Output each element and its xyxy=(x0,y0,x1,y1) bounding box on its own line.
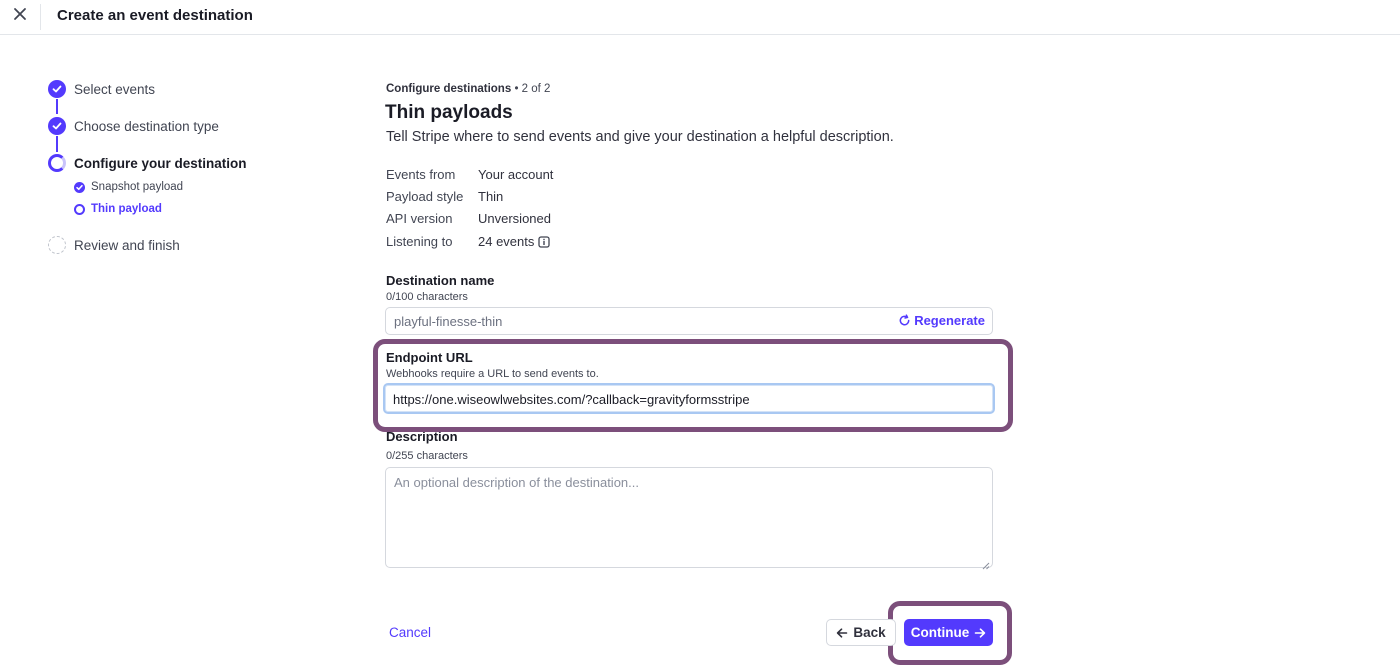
step-configure-destination: Configure your destination xyxy=(74,156,247,171)
info-key: Listening to xyxy=(386,234,453,249)
substep-current-icon xyxy=(74,204,85,215)
step-pending-icon xyxy=(48,236,66,254)
step-complete-icon xyxy=(48,80,66,98)
destination-name-char-count: 0/100 characters xyxy=(386,291,468,303)
regenerate-button[interactable]: Regenerate xyxy=(898,313,985,328)
substep-complete-icon xyxy=(74,182,85,193)
refresh-icon xyxy=(898,314,911,327)
resize-handle-icon[interactable] xyxy=(982,557,990,570)
endpoint-url-value: https://one.wiseowlwebsites.com/?callbac… xyxy=(393,392,750,407)
info-key: API version xyxy=(386,211,453,226)
step-select-events[interactable]: Select events xyxy=(74,82,155,97)
info-key: Events from xyxy=(386,167,456,182)
back-label: Back xyxy=(853,625,886,640)
continue-button[interactable]: Continue xyxy=(904,619,993,646)
info-value: 24 events xyxy=(478,234,551,249)
continue-label: Continue xyxy=(910,625,970,640)
endpoint-url-input[interactable]: https://one.wiseowlwebsites.com/?callbac… xyxy=(383,383,995,414)
substep-thin-payload: Thin payload xyxy=(91,203,162,215)
info-key: Payload style xyxy=(386,189,464,204)
cancel-link[interactable]: Cancel xyxy=(389,625,431,640)
info-icon[interactable] xyxy=(538,235,551,248)
back-button[interactable]: Back xyxy=(826,619,896,646)
destination-name-input[interactable]: playful-finesse-thin Regenerate xyxy=(385,307,993,335)
arrow-left-icon xyxy=(836,627,848,639)
breadcrumb-separator: • xyxy=(514,83,519,95)
breadcrumb-progress: 2 of 2 xyxy=(521,83,551,95)
arrow-right-icon xyxy=(974,627,986,639)
description-textarea[interactable]: An optional description of the destinati… xyxy=(385,467,993,570)
step-choose-destination-type[interactable]: Choose destination type xyxy=(74,119,219,134)
step-review-and-finish: Review and finish xyxy=(74,238,180,253)
description-label: Description xyxy=(386,429,458,444)
description-placeholder: An optional description of the destinati… xyxy=(394,475,639,490)
step-current-icon xyxy=(48,154,66,172)
progress-stepper: Select events Choose destination type Co… xyxy=(0,0,300,670)
step-complete-icon xyxy=(48,117,66,135)
destination-name-label: Destination name xyxy=(386,273,495,288)
regenerate-label: Regenerate xyxy=(914,313,985,328)
breadcrumb-section: Configure destinations xyxy=(386,83,512,95)
endpoint-url-help: Webhooks require a URL to send events to… xyxy=(386,368,599,380)
page-subtitle: Tell Stripe where to send events and giv… xyxy=(386,129,894,145)
info-value: Thin xyxy=(478,189,504,204)
step-connector xyxy=(56,99,58,114)
info-value: Unversioned xyxy=(478,211,551,226)
destination-name-value: playful-finesse-thin xyxy=(394,314,503,329)
description-char-count: 0/255 characters xyxy=(386,450,468,462)
step-connector xyxy=(56,136,58,152)
info-value: Your account xyxy=(478,167,554,182)
page-title: Thin payloads xyxy=(385,102,513,123)
breadcrumb: Configure destinations • 2 of 2 xyxy=(386,83,550,95)
endpoint-url-label: Endpoint URL xyxy=(386,350,473,365)
substep-snapshot-payload[interactable]: Snapshot payload xyxy=(91,181,183,193)
